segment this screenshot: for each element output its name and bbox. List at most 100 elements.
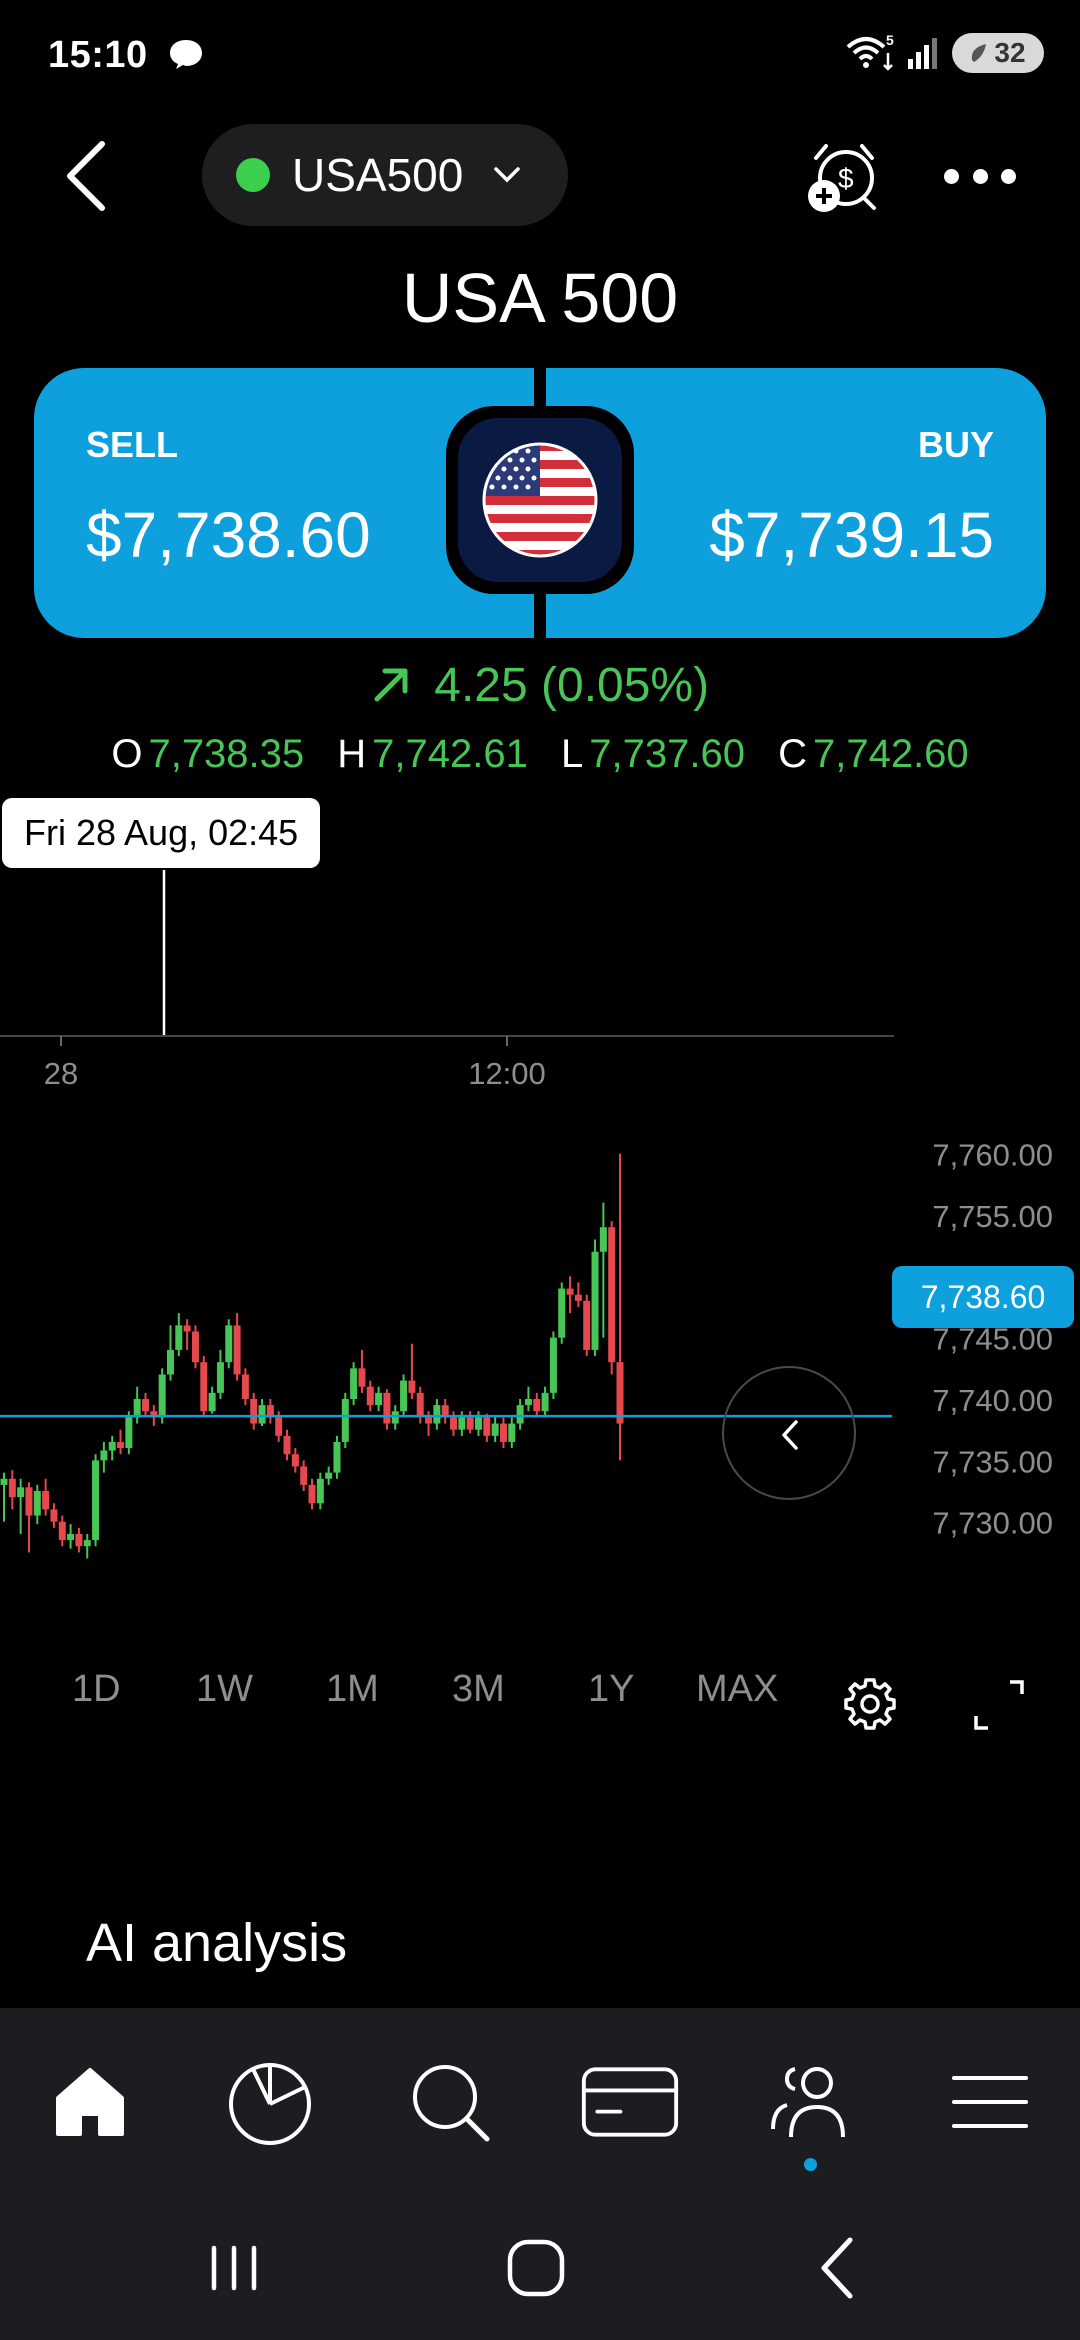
- home-system-icon[interactable]: [496, 2228, 576, 2308]
- recent-apps-icon[interactable]: [194, 2228, 274, 2308]
- y-tick-label: 7,740.00: [932, 1383, 1053, 1418]
- candle-body: [408, 1380, 416, 1393]
- crosshair-tooltip: Fri 28 Aug, 02:45: [2, 798, 321, 868]
- candle-body: [533, 1399, 541, 1412]
- nav-search[interactable]: [400, 2052, 500, 2152]
- candle-body: [458, 1417, 466, 1430]
- nav-home[interactable]: [40, 2052, 140, 2152]
- range-3m[interactable]: 3M: [452, 1668, 505, 1711]
- section-title: AI analysis: [86, 1913, 348, 1973]
- sell-price: $7,738.60: [86, 499, 371, 571]
- close-label: C: [778, 732, 807, 776]
- nav-community[interactable]: [760, 2052, 860, 2152]
- high-value: 7,742.61: [372, 732, 528, 776]
- candle-body: [450, 1417, 458, 1430]
- back-chevron-icon[interactable]: [54, 134, 124, 218]
- low-value: 7,737.60: [589, 732, 745, 776]
- symbol-selector[interactable]: USA500: [202, 124, 568, 226]
- svg-text:5: 5: [886, 33, 894, 48]
- candle-body: [308, 1484, 316, 1504]
- candle-body: [75, 1533, 83, 1547]
- more-icon[interactable]: [944, 156, 1016, 196]
- bottom-nav: [0, 2008, 1080, 2190]
- candle-body: [541, 1392, 549, 1412]
- home-icon: [56, 2068, 124, 2136]
- range-1d[interactable]: 1D: [72, 1668, 121, 1711]
- back-system-icon[interactable]: [798, 2228, 878, 2308]
- candle-body: [17, 1487, 25, 1498]
- candle-body: [616, 1362, 624, 1424]
- candle-body: [558, 1288, 566, 1338]
- low-label: L: [561, 732, 584, 776]
- open-value: 7,738.35: [148, 732, 305, 776]
- nav-payments[interactable]: [580, 2052, 680, 2152]
- candle-body: [608, 1227, 616, 1363]
- system-nav-bar: [0, 2190, 1080, 2340]
- candle-body: [591, 1251, 599, 1350]
- candle-body: [133, 1399, 141, 1418]
- candle-body: [350, 1368, 358, 1399]
- trade-panel: SELL $7,738.60 BUY $7,739.15: [34, 368, 1046, 638]
- candle-body: [117, 1441, 125, 1449]
- close-value: 7,742.60: [812, 732, 969, 776]
- candle-body: [508, 1423, 516, 1442]
- candle-body: [491, 1423, 499, 1436]
- candle-body: [483, 1417, 491, 1436]
- candle-body: [258, 1405, 266, 1424]
- candle-body: [574, 1294, 582, 1301]
- candle-body: [225, 1325, 233, 1363]
- candle-body: [142, 1399, 150, 1412]
- gear-icon[interactable]: [842, 1676, 898, 1732]
- card-icon: [581, 2067, 679, 2137]
- current-price-tag: 7,738.60: [892, 1266, 1074, 1328]
- x-tick-label: 28: [44, 1056, 78, 1091]
- nav-portfolio[interactable]: [220, 2052, 320, 2152]
- candle-body: [499, 1423, 507, 1442]
- candle-body: [383, 1392, 391, 1424]
- candle-body: [125, 1417, 133, 1449]
- candle-body: [92, 1460, 100, 1541]
- range-1m[interactable]: 1M: [326, 1668, 379, 1711]
- ohlc-row: O 7,738.35 H 7,742.61 L 7,737.60 C 7,742.60: [0, 732, 1080, 777]
- expand-icon[interactable]: [970, 1676, 1028, 1734]
- price-chart[interactable]: 7,760.007,755.007,750.007,745.007,740.00…: [0, 790, 1080, 1650]
- nav-menu[interactable]: [940, 2052, 1040, 2152]
- market-open-indicator: [236, 158, 270, 192]
- status-bar: 15:10 5 32: [0, 0, 1080, 110]
- candle-body: [474, 1417, 482, 1430]
- menu-icon: [952, 2076, 1028, 2128]
- candle-body: [208, 1392, 216, 1412]
- candle-body: [8, 1478, 16, 1498]
- instrument-title: USA 500: [401, 259, 679, 337]
- open-label: O: [111, 732, 143, 776]
- search-icon: [413, 2065, 490, 2142]
- signal-icon: [908, 38, 937, 69]
- us-flag-icon: [482, 442, 598, 558]
- scroll-to-latest-button[interactable]: [722, 1366, 856, 1500]
- chevron-down-icon: [494, 167, 521, 183]
- x-tick-label: 12:00: [468, 1056, 546, 1091]
- candle-body: [216, 1362, 224, 1393]
- candle-body: [291, 1454, 299, 1467]
- candle-body: [524, 1399, 532, 1406]
- candle-body: [50, 1509, 58, 1522]
- candle-body: [300, 1466, 308, 1485]
- y-tick-label: 7,755.00: [932, 1199, 1053, 1234]
- range-1w[interactable]: 1W: [196, 1668, 253, 1711]
- arrow-up-right-icon: [374, 668, 408, 702]
- price-alert-icon[interactable]: $: [804, 136, 884, 216]
- symbol-label: USA500: [292, 149, 464, 201]
- y-tick-label: 7,730.00: [932, 1506, 1053, 1541]
- sell-label: SELL: [86, 424, 179, 465]
- candle-body: [283, 1435, 291, 1455]
- candle-body: [358, 1368, 366, 1387]
- price-change-value: 4.25 (0.05%): [434, 659, 710, 712]
- range-1y[interactable]: 1Y: [588, 1668, 634, 1711]
- range-max[interactable]: MAX: [696, 1668, 778, 1711]
- y-tick-label: 7,735.00: [932, 1444, 1053, 1479]
- candle-body: [250, 1399, 258, 1424]
- svg-text:$: $: [838, 163, 854, 194]
- candle-body: [325, 1472, 333, 1479]
- portfolio-pie-icon: [229, 2063, 311, 2145]
- candle-body: [108, 1441, 116, 1451]
